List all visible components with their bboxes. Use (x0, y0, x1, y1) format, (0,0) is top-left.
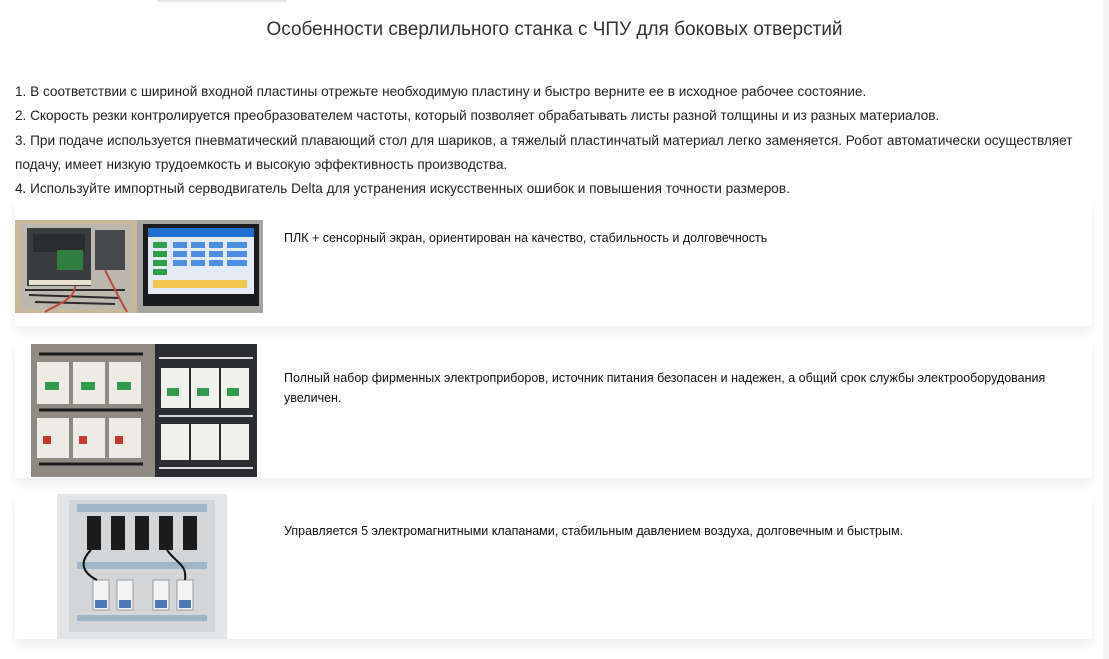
list-item: 4. Используйте импортный серводвигатель … (15, 181, 790, 197)
plc-touchscreen-photo (15, 220, 263, 313)
feature-card-electrical: Полный набор фирменных электроприборов, … (15, 341, 1092, 478)
electrical-contactors-photo (31, 344, 257, 477)
top-divider (157, 0, 287, 2)
list-item: 3. При подаче используется пневматически… (15, 132, 1073, 172)
feature-text: ПЛК + сенсорный экран, ориентирован на к… (284, 231, 768, 245)
feature-text: Полный набор фирменных электроприборов, … (284, 371, 1046, 405)
solenoid-valves-photo (57, 494, 227, 639)
list-item: 2. Скорость резки контролируется преобра… (15, 108, 940, 124)
scrollbar-track[interactable] (1103, 0, 1109, 659)
feature-list: 1. В соответствии с шириной входной плас… (15, 80, 1075, 201)
list-item: 1. В соответствии с шириной входной плас… (15, 84, 867, 99)
page-title: Особенности сверлильного станка с ЧПУ дл… (266, 19, 843, 40)
feature-text: Управляется 5 электромагнитными клапанам… (284, 524, 904, 538)
feature-card-valves: Управляется 5 электромагнитными клапанам… (15, 494, 1092, 639)
feature-card-plc: ПЛК + сенсорный экран, ориентирован на к… (15, 199, 1092, 326)
